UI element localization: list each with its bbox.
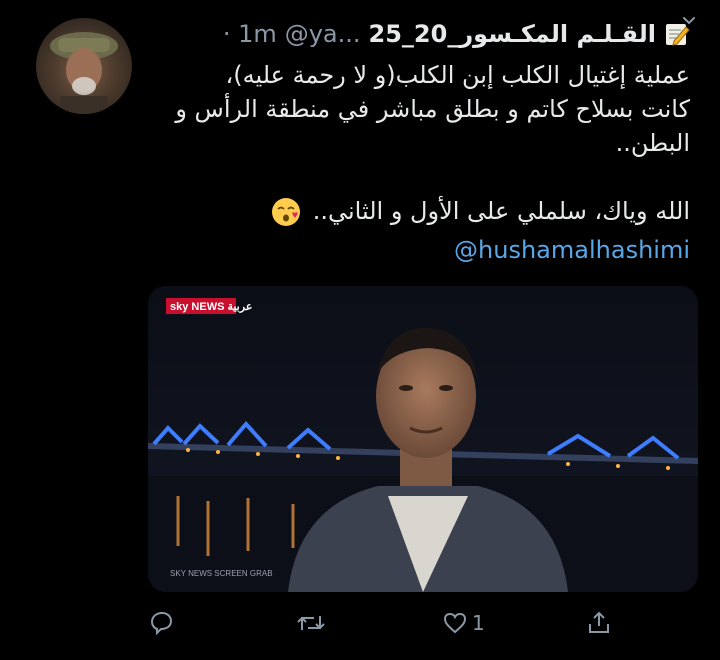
tweet-text-line: البطن..: [615, 129, 690, 157]
timestamp[interactable]: · 1m: [223, 20, 277, 48]
like-button[interactable]: 1: [442, 610, 485, 636]
avatar[interactable]: [36, 18, 132, 114]
share-button[interactable]: [586, 610, 612, 636]
tweet-media-image[interactable]: sky NEWS عربية SKY NEWS SCREEN GRAB: [148, 286, 698, 592]
tweet-text-line-2: الله وياك، سلملي على الأول و الثاني..: [150, 194, 690, 228]
like-count: 1: [472, 611, 485, 635]
display-name[interactable]: 25_القـلـم المكـسور_20: [369, 20, 656, 48]
reply-button[interactable]: [148, 610, 174, 636]
reply-icon: [150, 611, 173, 636]
tweet-text-line: عملية إغتيال الكلب إبن الكلب(و لا رحمة ع…: [225, 61, 690, 89]
heart-icon: [443, 612, 467, 634]
handle[interactable]: @ya...: [285, 20, 361, 48]
share-icon: [589, 611, 609, 633]
mention-link[interactable]: @hushamalhashimi: [454, 236, 690, 264]
retweet-button[interactable]: [296, 610, 326, 636]
channel-logo: sky NEWS عربية: [170, 301, 252, 313]
screen-grab-watermark: SKY NEWS SCREEN GRAB: [170, 569, 273, 578]
tweet-text: عملية إغتيال الكلب إبن الكلب(و لا رحمة ع…: [150, 58, 690, 228]
memo-emoji-icon: [666, 24, 690, 46]
tweet-text-line: كانت بسلاح كاتم و بطلق مباشر في منطقة ال…: [175, 95, 690, 123]
tweet-text-line: الله وياك، سلملي على الأول و الثاني..: [312, 197, 690, 225]
tweet-actions: 1: [148, 606, 698, 646]
retweet-icon: [297, 616, 325, 630]
kissing-face-emoji-icon: [272, 198, 301, 226]
tweet-header: · 1m @ya... 25_القـلـم المكـسور_20: [223, 14, 690, 54]
